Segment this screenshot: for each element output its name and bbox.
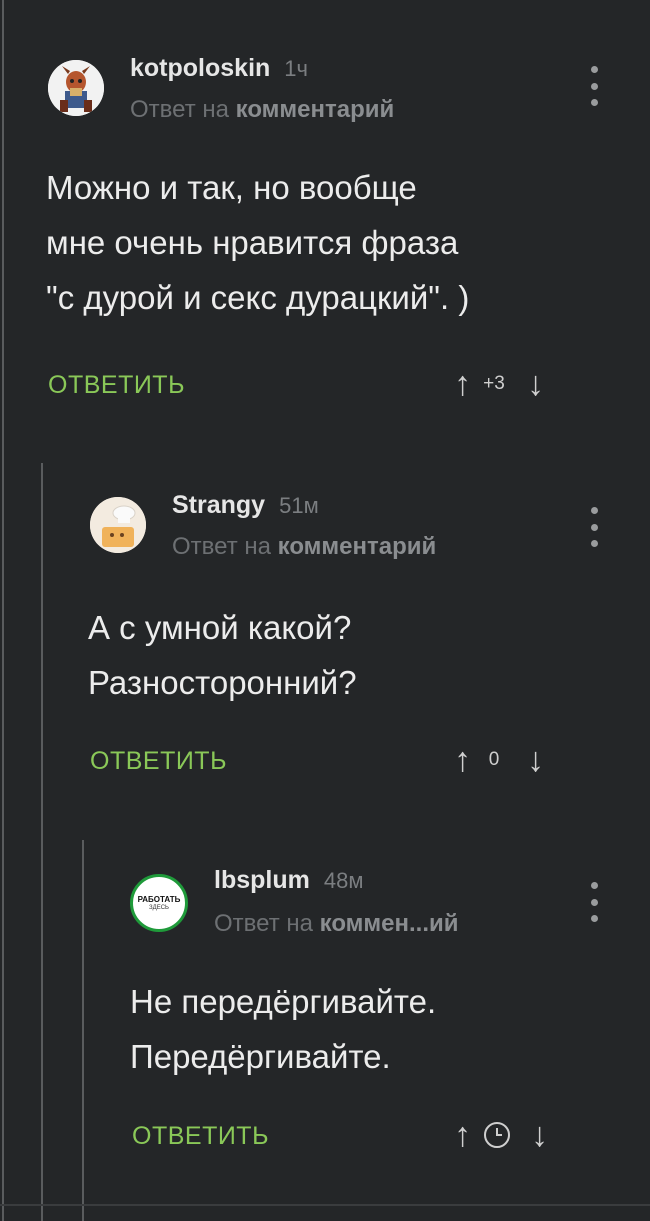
reply-to-link[interactable]: коммен...ий	[320, 910, 459, 937]
comment-score: +3	[483, 373, 505, 394]
reply-to-link[interactable]: комментарий	[236, 96, 395, 123]
more-vertical-icon[interactable]	[588, 507, 600, 547]
down-arrow-icon[interactable]: ↓	[531, 1115, 548, 1155]
up-arrow-icon[interactable]: ↑	[454, 1115, 471, 1155]
author-name[interactable]: Strangy 51м	[172, 491, 319, 520]
more-vertical-icon[interactable]	[588, 66, 600, 106]
avatar[interactable]	[90, 497, 146, 553]
author-name[interactable]: lbsplum 48м	[214, 866, 363, 895]
more-vertical-icon[interactable]	[588, 882, 600, 922]
reply-button[interactable]: ОТВЕТИТЬ	[132, 1122, 269, 1151]
thread-line-level2	[41, 463, 43, 1221]
comment-text: Не передёргивайте. Передёргивайте.	[130, 983, 437, 1075]
avatar-text: ЗДЕСЬ	[149, 904, 169, 911]
clock-icon	[484, 1122, 510, 1148]
vote-controls: ↑ +3 ↓	[454, 364, 544, 404]
reply-to-label: Ответ на коммен...ий	[214, 910, 459, 937]
avatar-image	[48, 60, 104, 116]
vote-controls: ↑ 0 ↓	[454, 740, 544, 780]
comment-time: 1ч	[284, 56, 308, 81]
bottom-divider	[0, 1204, 650, 1206]
avatar-image	[90, 497, 146, 553]
comment-time: 48м	[323, 868, 364, 893]
thread-line-level1	[2, 0, 4, 1221]
reply-to-label: Ответ на комментарий	[130, 96, 395, 123]
reply-to-label: Ответ на комментарий	[172, 533, 437, 560]
comment-text: А с умной какой? Разносторонний?	[88, 609, 357, 701]
reply-button[interactable]: ОТВЕТИТЬ	[48, 371, 185, 400]
down-arrow-icon[interactable]: ↓	[527, 364, 544, 404]
comment-text: Можно и так, но вообще мне очень нравитс…	[46, 169, 470, 316]
comment-score: 0	[488, 749, 500, 770]
thread-line-level3	[82, 840, 84, 1221]
up-arrow-icon[interactable]: ↑	[454, 740, 471, 780]
author-name[interactable]: kotpoloskin 1ч	[130, 54, 308, 83]
comment-time: 51м	[279, 493, 319, 518]
avatar-text: РАБОТАТЬ	[137, 894, 181, 904]
reply-button[interactable]: ОТВЕТИТЬ	[90, 747, 227, 776]
down-arrow-icon[interactable]: ↓	[527, 740, 544, 780]
avatar[interactable]	[48, 60, 104, 116]
avatar[interactable]: РАБОТАТЬ ЗДЕСЬ	[130, 874, 188, 932]
reply-to-link[interactable]: комментарий	[278, 533, 437, 560]
up-arrow-icon[interactable]: ↑	[454, 364, 471, 404]
vote-controls: ↑ ↓	[454, 1115, 548, 1155]
